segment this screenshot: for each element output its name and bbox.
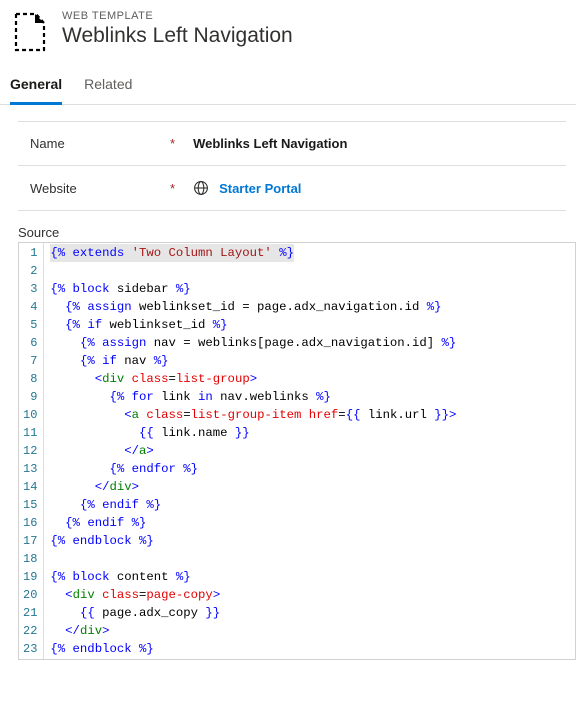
name-label: Name xyxy=(18,136,158,151)
tabs: General Related xyxy=(0,62,576,105)
code-body[interactable]: {% extends 'Two Column Layout' %}{% bloc… xyxy=(44,243,462,659)
code-gutter: 1234567891011121314151617181920212223 xyxy=(19,243,44,659)
name-value[interactable]: Weblinks Left Navigation xyxy=(193,136,347,151)
website-value[interactable]: Starter Portal xyxy=(219,181,301,196)
row-website: Website * Starter Portal xyxy=(18,166,566,211)
row-name: Name * Weblinks Left Navigation xyxy=(18,122,566,166)
required-marker: * xyxy=(170,181,175,196)
header-title: Weblinks Left Navigation xyxy=(62,24,566,48)
tab-related[interactable]: Related xyxy=(84,76,132,105)
header-eyebrow: WEB TEMPLATE xyxy=(62,10,566,22)
code-editor[interactable]: 1234567891011121314151617181920212223 {%… xyxy=(18,242,576,660)
required-marker: * xyxy=(170,136,175,151)
form-panel: Name * Weblinks Left Navigation Website … xyxy=(18,121,566,211)
template-icon xyxy=(10,10,50,54)
tab-general[interactable]: General xyxy=(10,76,62,105)
source-label: Source xyxy=(18,225,576,240)
website-label: Website xyxy=(18,181,158,196)
globe-icon xyxy=(193,180,209,196)
page-header: WEB TEMPLATE Weblinks Left Navigation xyxy=(0,0,576,62)
